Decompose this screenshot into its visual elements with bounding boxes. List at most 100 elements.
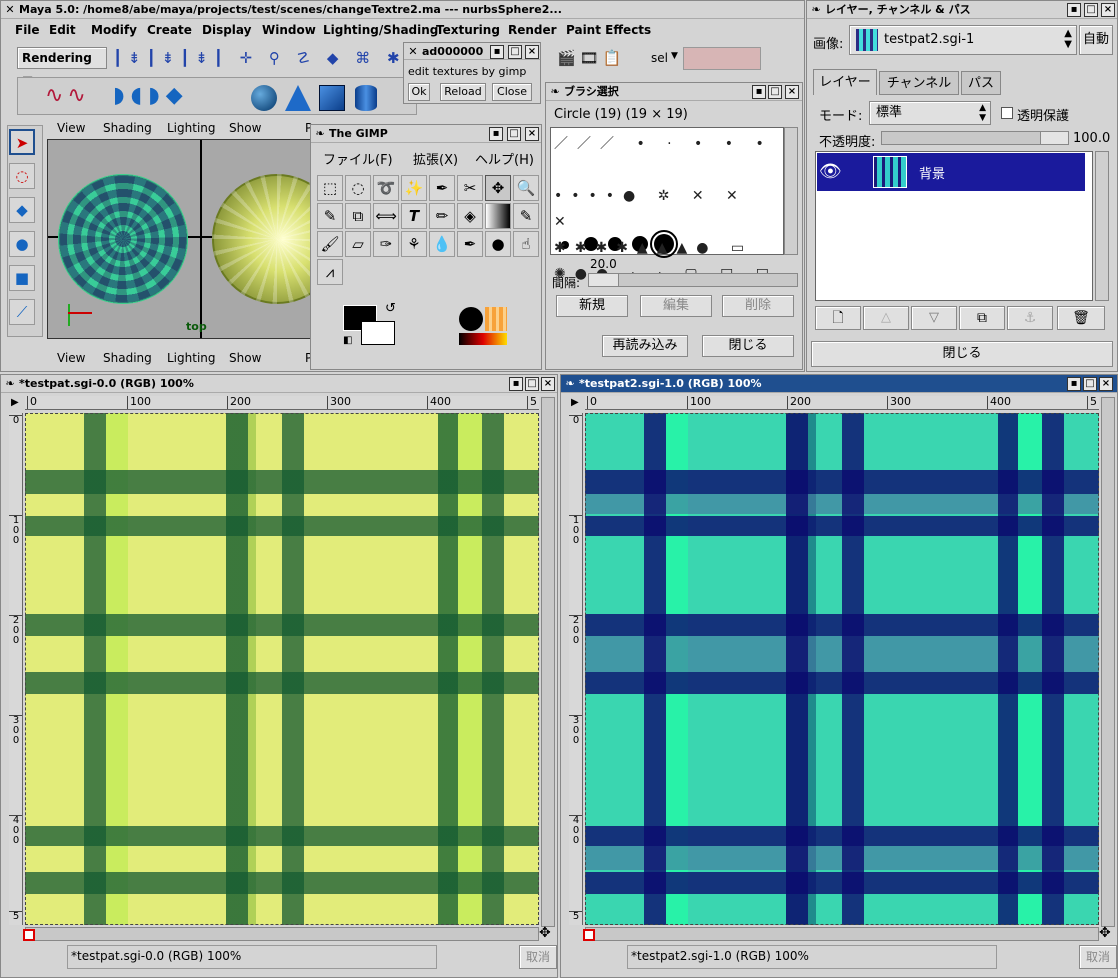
flip-icon[interactable]: ⟺ [373, 203, 399, 229]
close-button[interactable]: × [541, 377, 555, 391]
raise-layer-button[interactable]: △ [863, 306, 909, 330]
brush-titlebar[interactable]: ❧ ブラシ選択 ▪ □ × [546, 83, 802, 101]
lasso-icon[interactable]: ◌ [9, 163, 35, 189]
lower-layer-button[interactable]: ▽ [911, 306, 957, 330]
gimp-menu-help[interactable]: ヘルプ(H) [475, 149, 534, 168]
scroll-vertical[interactable] [1101, 397, 1115, 927]
fuzzy-select-icon[interactable]: ✨ [401, 175, 427, 201]
layer-scrollbar[interactable] [1095, 151, 1109, 301]
menu-paint-effects[interactable]: Paint Effects [566, 23, 651, 37]
delete-brush-button[interactable]: 削除 [722, 295, 794, 317]
swap-colors-icon[interactable]: ↺ [385, 301, 396, 316]
move-tool-icon[interactable]: ◆ [9, 197, 35, 223]
panel-shading-2[interactable]: Shading [103, 351, 152, 365]
scale-tool-icon[interactable]: ■ [9, 265, 35, 291]
brush-indicator[interactable] [459, 307, 483, 331]
gimp-menu-file[interactable]: ファイル(F) [323, 149, 393, 168]
close-layers-button[interactable]: 閉じる [811, 341, 1113, 367]
opacity-slider[interactable] [881, 131, 1069, 145]
quickmask-toggle[interactable] [583, 929, 595, 941]
close-button[interactable]: × [525, 45, 539, 59]
ink-icon[interactable]: ✒ [457, 231, 483, 257]
brush-scrollbar[interactable] [784, 127, 798, 255]
menu-edit[interactable]: Edit [49, 23, 76, 37]
maximize-button[interactable]: □ [508, 45, 522, 59]
panel-view[interactable]: View [57, 121, 85, 135]
menuset-dropdown[interactable]: Rendering ▭ [17, 47, 107, 85]
reload-brushes-button[interactable]: 再読み込み [602, 335, 688, 357]
image-select-dropdown[interactable]: testpat2.sgi-1 ▲ ▼ [849, 25, 1077, 55]
gradient-indicator[interactable] [459, 333, 507, 345]
tab-layers[interactable]: レイヤー [813, 69, 877, 95]
panel-show[interactable]: Show [229, 121, 261, 135]
quickmask-toggle[interactable] [23, 929, 35, 941]
minimize-button[interactable]: ▪ [1067, 3, 1081, 17]
paintbrush-icon[interactable]: 🖌 [317, 231, 343, 257]
panel-shading[interactable]: Shading [103, 121, 152, 135]
gimp-titlebar[interactable]: ❧ The GIMP ▪ □ × [311, 125, 541, 143]
gimp-menu-ext[interactable]: 拡張(X) [413, 149, 458, 168]
close-button[interactable]: × [525, 127, 539, 141]
scroll-vertical[interactable] [541, 397, 555, 927]
clone-icon[interactable]: ⚘ [401, 231, 427, 257]
menu-texturing[interactable]: Texturing [436, 23, 500, 37]
free-select-icon[interactable]: ➰ [373, 175, 399, 201]
menu-arrow-icon[interactable]: ▶ [571, 397, 579, 408]
close-button[interactable]: × [1101, 3, 1115, 17]
navigate-icon[interactable]: ✥ [1099, 925, 1111, 941]
sphere-icon[interactable] [251, 85, 277, 111]
panel-lighting[interactable]: Lighting [167, 121, 216, 135]
cylinder-icon[interactable] [355, 85, 377, 111]
pattern-indicator[interactable] [485, 307, 507, 331]
brush-patterns[interactable]: ／／／ • · • • • ••••● ✲ ✕ ✕ ✕ ✱✱✱✱▲▲▲● ▭ ✺●●… [554, 131, 780, 282]
cube-icon[interactable] [319, 85, 345, 111]
measure-icon[interactable]: ⩘ [317, 259, 343, 285]
menu-display[interactable]: Display [202, 23, 251, 37]
menu-lighting[interactable]: Lighting/Shading [323, 23, 438, 37]
select-arrow-icon[interactable]: ➤ [9, 129, 35, 155]
close-button[interactable]: × [785, 85, 799, 99]
scissors-icon[interactable]: ✂ [457, 175, 483, 201]
transform-icon[interactable]: ⧉ [345, 203, 371, 229]
bucket-fill-icon[interactable]: ◈ [457, 203, 483, 229]
minimize-button[interactable]: ▪ [509, 377, 523, 391]
menu-create[interactable]: Create [147, 23, 192, 37]
minimize-button[interactable]: ▪ [490, 45, 504, 59]
manipulator-icon[interactable]: ⟋ [9, 299, 35, 325]
close-button[interactable]: × [1099, 377, 1113, 391]
close-brush-button[interactable]: 閉じる [702, 335, 794, 357]
maximize-button[interactable]: □ [768, 85, 782, 99]
tab-channels[interactable]: チャンネル [879, 71, 959, 95]
shelf-curve-icons[interactable]: ∿∿ [45, 81, 105, 111]
blur-icon[interactable]: 💧 [429, 231, 455, 257]
magnify-icon[interactable]: 🔍 [513, 175, 539, 201]
layers-titlebar[interactable]: ❧ レイヤー, チャンネル & パス ▪ □ × [807, 1, 1117, 19]
text-icon[interactable]: T [401, 203, 427, 229]
plugin-titlebar[interactable]: ✕ ad000000 ▪ □ × [404, 43, 540, 60]
minimize-button[interactable]: ▪ [489, 127, 503, 141]
menu-render[interactable]: Render [508, 23, 557, 37]
menu-window[interactable]: Window [262, 23, 316, 37]
menu-modify[interactable]: Modify [91, 23, 137, 37]
panel-view-2[interactable]: View [57, 351, 85, 365]
anchor-layer-button[interactable]: ⚓ [1007, 306, 1053, 330]
bezier-select-icon[interactable]: ✒ [429, 175, 455, 201]
crop-icon[interactable]: ✎ [317, 203, 343, 229]
panel-show-2[interactable]: Show [229, 351, 261, 365]
minimize-button[interactable]: ▪ [1067, 377, 1081, 391]
scroll-horizontal[interactable] [585, 927, 1099, 941]
edit-brush-button[interactable]: 編集 [640, 295, 712, 317]
rotate-tool-icon[interactable]: ● [9, 231, 35, 257]
maximize-button[interactable]: □ [525, 377, 539, 391]
image1-cancel-button[interactable]: 取消 [519, 945, 557, 969]
maximize-button[interactable]: □ [1083, 377, 1097, 391]
panel-lighting-2[interactable]: Lighting [167, 351, 216, 365]
delete-layer-button[interactable]: 🗑 [1057, 306, 1105, 330]
sel-dropdown-icon[interactable]: ▼ [671, 51, 678, 61]
dodge-icon[interactable]: ● [485, 231, 511, 257]
canvas-plaid-yellow[interactable] [25, 413, 539, 925]
canvas-plaid-teal[interactable] [585, 413, 1099, 925]
opacity-slider-handle[interactable] [1040, 132, 1068, 144]
maximize-button[interactable]: □ [507, 127, 521, 141]
airbrush-icon[interactable]: ✑ [373, 231, 399, 257]
